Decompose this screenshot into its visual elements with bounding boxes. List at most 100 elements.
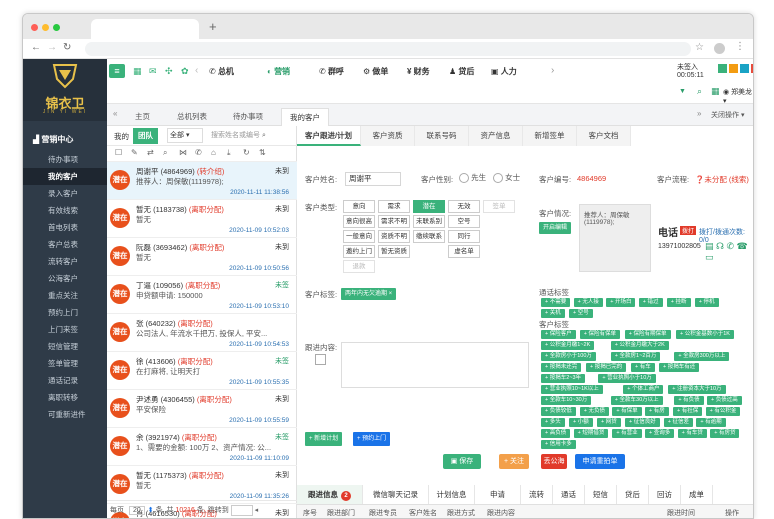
- tag-chip[interactable]: + 空号: [569, 309, 593, 318]
- list-item[interactable]: 潜在 暂无 (1183738) (离职分配) 未到 暂无 2020-11-09 10:5…: [107, 200, 297, 238]
- customer-type-option[interactable]: 空号: [448, 215, 480, 228]
- topnav-item[interactable]: ✆ 总机: [209, 66, 234, 77]
- bottom-tab[interactable]: 回访: [649, 485, 681, 504]
- reload-icon[interactable]: ↻: [63, 42, 71, 53]
- customer-type-option[interactable]: 需求: [378, 200, 410, 213]
- sidebar-item[interactable]: 流转客户: [23, 253, 107, 270]
- tag-chip[interactable]: + 有车: [631, 363, 655, 372]
- bottom-tab[interactable]: 跟进信息 2: [297, 485, 363, 504]
- tag-chip[interactable]: + 有保单: [612, 407, 642, 416]
- sidebar-item[interactable]: 可重新进件: [23, 406, 107, 423]
- user-menu[interactable]: ◉ 郑美龙 ▾: [723, 87, 753, 105]
- topnav-item[interactable]: ✆ 群呼: [319, 66, 344, 77]
- gender-male-radio[interactable]: 先生: [459, 172, 486, 184]
- menu-toggle-icon[interactable]: ≡: [109, 64, 125, 78]
- tag-chip[interactable]: + 关机: [541, 309, 565, 318]
- sidebar-item[interactable]: 签单管理: [23, 355, 107, 372]
- profile-icon[interactable]: [714, 43, 725, 54]
- customer-type-option[interactable]: 意向很高: [343, 215, 375, 228]
- tag-chip[interactable]: + 注册资本大于10万: [668, 385, 726, 394]
- tag-chip[interactable]: + 高负债: [541, 429, 571, 438]
- tag-chip[interactable]: + 负债过高: [707, 396, 742, 405]
- list-item[interactable]: 潜在 周谢平 (4864969) (转介绍) 未到 推荐人：周保敏(1119978);…: [107, 162, 297, 200]
- customer-type-option[interactable]: 同行: [448, 230, 480, 243]
- address-bar[interactable]: [85, 42, 691, 56]
- hangup-icon[interactable]: [751, 64, 753, 73]
- close-dot[interactable]: [31, 24, 38, 31]
- tag-chip[interactable]: + 停机: [694, 298, 719, 307]
- page-size-select[interactable]: 20: [128, 506, 145, 515]
- tag-chip[interactable]: + 个体工商户: [623, 385, 664, 394]
- sidebar-item[interactable]: 录入客户: [23, 185, 107, 202]
- search-icon[interactable]: ⌕: [697, 86, 702, 97]
- follow-button[interactable]: + 关注: [499, 454, 529, 469]
- bottom-tab[interactable]: 通话: [553, 485, 585, 504]
- tag-chip[interactable]: + 有公积金: [705, 407, 741, 416]
- mail-icon[interactable]: ✉: [149, 66, 157, 77]
- call-icon[interactable]: [740, 64, 749, 73]
- topnav-item[interactable]: ◐ 营销: [267, 66, 290, 77]
- sidebar-item[interactable]: 通话记录: [23, 372, 107, 389]
- detail-tab[interactable]: 客户跟进/计划: [297, 126, 361, 146]
- tag-chip[interactable]: + 多头: [541, 418, 565, 427]
- customer-type-option[interactable]: 潜在: [413, 200, 445, 213]
- gender-female-radio[interactable]: 女士: [493, 172, 520, 184]
- tag-chip[interactable]: + 全款房小于100万: [541, 352, 596, 361]
- customer-type-option[interactable]: 一般意向: [343, 230, 375, 243]
- situation-textarea[interactable]: 推荐人：周保敏(1119978);: [579, 204, 651, 272]
- tag-chip[interactable]: + 无人接: [573, 298, 603, 307]
- bottom-tab[interactable]: 流转: [521, 485, 553, 504]
- phone-status-icon[interactable]: [718, 64, 727, 73]
- tag-chip[interactable]: + 有车贷: [677, 429, 707, 438]
- browser-tab[interactable]: [91, 19, 199, 39]
- tag-chip[interactable]: + 按揭未还完: [541, 363, 582, 372]
- customer-type-option[interactable]: 缴续联系: [413, 230, 445, 243]
- tag-icon[interactable]: ⌂: [211, 148, 216, 157]
- sidebar-item[interactable]: 有效线索: [23, 202, 107, 219]
- tag-chip[interactable]: + 公积金月缴大于2K: [610, 341, 669, 350]
- tag-chip[interactable]: + 保险有保单: [579, 330, 621, 339]
- list-item[interactable]: 潜在 丁逼 (109056) (离职分配) 未签 申贷额申请: 150000 2020-…: [107, 276, 297, 314]
- tag-chip[interactable]: + 小额: [569, 418, 593, 427]
- pause-icon[interactable]: [729, 64, 738, 73]
- tag-chip[interactable]: + 信用卡多: [541, 440, 576, 449]
- forward-icon[interactable]: →: [47, 42, 57, 53]
- customer-type-option[interactable]: 暂无资质: [378, 245, 410, 258]
- customer-type-option[interactable]: 邀约上门: [343, 245, 375, 258]
- topnav-item[interactable]: ¥ 财务: [407, 66, 430, 77]
- tag-chip[interactable]: + 按揭已完的: [586, 363, 627, 372]
- tag-chip[interactable]: + 不需要: [541, 298, 571, 307]
- customer-type-option[interactable]: 意向: [343, 200, 375, 213]
- tag-chip[interactable]: + 营业执照10~1K以上: [541, 385, 603, 394]
- list-item[interactable]: 潜在 阮磊 (3693462) (离职分配) 未到 暂无 2020-11-09 10:5…: [107, 238, 297, 276]
- tag-chip[interactable]: + 有社保: [673, 407, 703, 416]
- topnav-item[interactable]: ⚙ 做单: [363, 66, 388, 77]
- followup-checkbox[interactable]: [315, 354, 326, 365]
- tag-chip[interactable]: + 按揭车2~3年: [541, 374, 586, 383]
- detail-tab[interactable]: 客户资质: [361, 126, 415, 146]
- sidebar-item[interactable]: 重点关注: [23, 287, 107, 304]
- tag-chip[interactable]: + 负债较低: [541, 407, 576, 416]
- name-input[interactable]: 周谢平: [345, 172, 401, 186]
- tag-chip[interactable]: + 有逾期: [696, 418, 726, 427]
- save-button[interactable]: ▣ 保存: [443, 454, 481, 469]
- filter-select[interactable]: 全部 ▾: [167, 128, 203, 143]
- sidebar-item[interactable]: 客户总表: [23, 236, 107, 253]
- to-public-pool-button[interactable]: 丢公海: [541, 454, 567, 469]
- apply-reorder-button[interactable]: 申请重拍单: [575, 454, 625, 469]
- topnav-item[interactable]: ♟ 贷后: [449, 66, 474, 77]
- tag-chip[interactable]: + 短期借贷: [573, 429, 609, 438]
- add-plan-button[interactable]: + 新增计划: [305, 432, 343, 446]
- tag-chip[interactable]: + 征信良好: [625, 418, 660, 427]
- tag-chip[interactable]: + 有营业: [612, 429, 642, 438]
- sidebar-item[interactable]: 我的客户: [23, 168, 107, 185]
- customer-type-option[interactable]: 需求不明: [378, 215, 410, 228]
- customer-type-option[interactable]: 未联系别: [413, 215, 445, 228]
- search-icon[interactable]: ⌕: [163, 148, 167, 158]
- tab-team[interactable]: 团队: [133, 128, 158, 144]
- list-item[interactable]: 潜在张 (640232) (离职分配) 公司法人, 年流水千把万, 投保人, 平安…: [107, 314, 297, 352]
- customer-type-option[interactable]: 虚名单: [448, 245, 480, 258]
- tag-chip[interactable]: + 有房贷: [710, 429, 740, 438]
- page-jump-input[interactable]: [230, 504, 253, 516]
- customer-type-option[interactable]: 无效: [448, 200, 480, 213]
